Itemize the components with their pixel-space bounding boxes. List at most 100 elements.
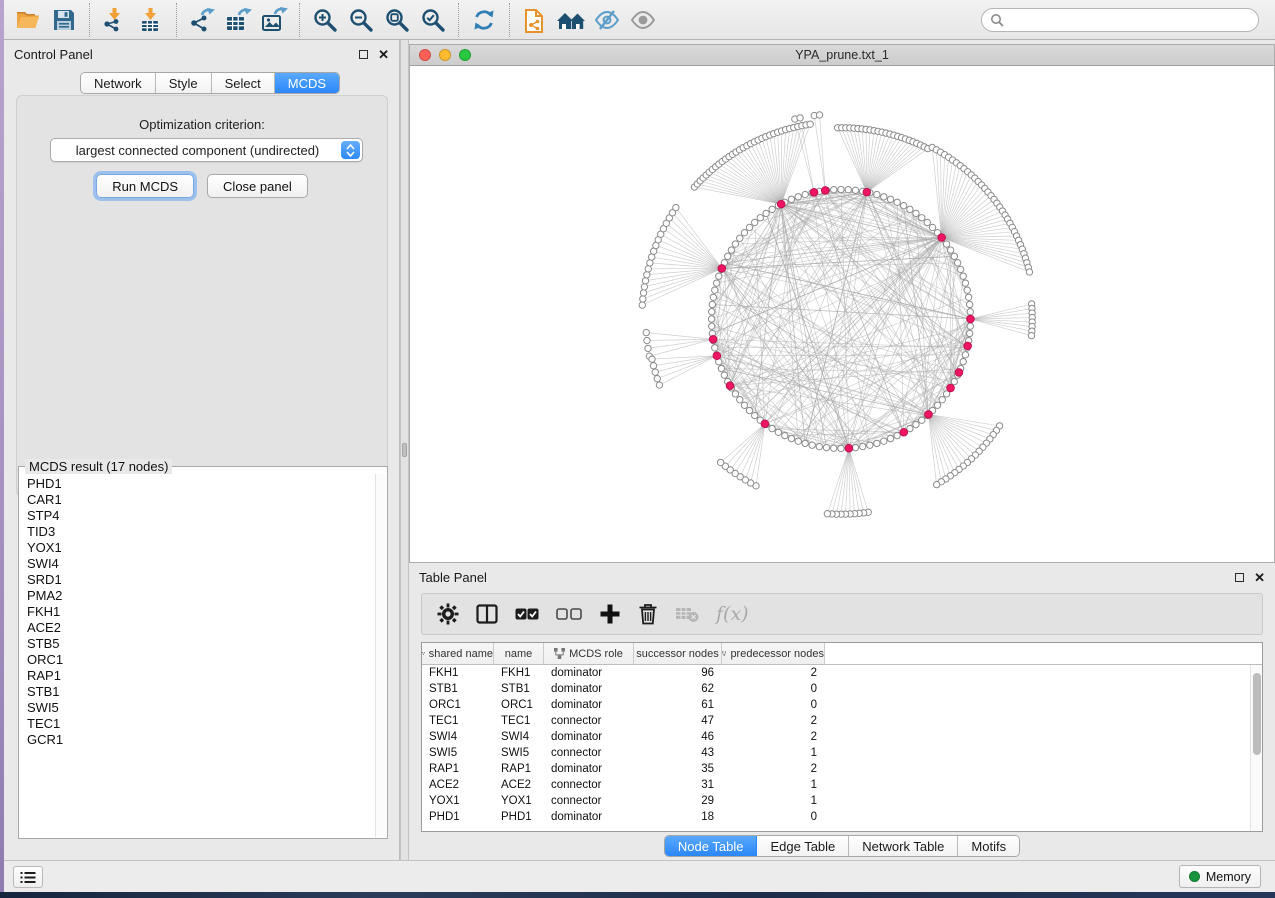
mcds-result-item[interactable]: SRD1 <box>27 572 375 588</box>
function-builder-icon[interactable]: f(x) <box>716 603 749 625</box>
add-column-icon[interactable] <box>599 603 621 625</box>
table-toolbar: f(x) <box>421 593 1263 635</box>
table-row[interactable]: YOX1YOX1connector291 <box>422 793 1262 809</box>
mcds-result-item[interactable]: RAP1 <box>27 668 375 684</box>
mcds-result-item[interactable]: TEC1 <box>27 716 375 732</box>
table-row[interactable]: STB1STB1dominator620 <box>422 681 1262 697</box>
table-row[interactable]: PHD1PHD1dominator180 <box>422 809 1262 825</box>
table-scrollbar[interactable] <box>1250 665 1262 831</box>
zoom-out-icon[interactable] <box>343 3 379 37</box>
column-header-predecessor-nodes[interactable]: predecessor nodes <box>722 643 825 664</box>
tab-motifs[interactable]: Motifs <box>958 836 1019 856</box>
delete-table-icon[interactable] <box>675 605 699 623</box>
mcds-result-item[interactable]: FKH1 <box>27 604 375 620</box>
refresh-layout-icon[interactable] <box>466 3 502 37</box>
cell-predecessor-nodes: 1 <box>722 777 825 793</box>
table-row[interactable]: SWI5SWI5connector431 <box>422 745 1262 761</box>
show-annotations-icon[interactable] <box>625 3 661 37</box>
memory-button[interactable]: Memory <box>1179 865 1261 888</box>
cell-name: PHD1 <box>494 809 544 825</box>
import-network-icon[interactable] <box>97 3 133 37</box>
cell-shared-name: SWI5 <box>422 745 494 761</box>
network-graph[interactable] <box>410 66 1274 561</box>
cell-name: SWI4 <box>494 729 544 745</box>
mcds-list-scrollbar[interactable] <box>375 474 386 837</box>
search-field[interactable] <box>981 8 1259 32</box>
export-table-icon[interactable] <box>220 3 256 37</box>
cell-MCDS-role: connector <box>544 793 634 809</box>
mcds-result-item[interactable]: GCR1 <box>27 732 375 748</box>
import-table-icon[interactable] <box>133 3 169 37</box>
column-header-name[interactable]: name <box>494 643 544 664</box>
export-network-icon[interactable] <box>184 3 220 37</box>
network-view-canvas[interactable] <box>409 66 1275 563</box>
mcds-result-item[interactable]: SWI5 <box>27 700 375 716</box>
cell-name: YOX1 <box>494 793 544 809</box>
tab-network-table[interactable]: Network Table <box>849 836 958 856</box>
mcds-result-item[interactable]: PHD1 <box>27 476 375 492</box>
cell-name: SWI5 <box>494 745 544 761</box>
mcds-result-item[interactable]: STB5 <box>27 636 375 652</box>
home-icon[interactable] <box>553 3 589 37</box>
settings-gear-icon[interactable] <box>437 603 459 625</box>
mcds-result-item[interactable]: STP4 <box>27 508 375 524</box>
mcds-result-item[interactable]: ACE2 <box>27 620 375 636</box>
cell-MCDS-role: dominator <box>544 761 634 777</box>
column-header-MCDS-role[interactable]: MCDS role <box>544 643 634 664</box>
deselect-all-icon[interactable] <box>556 608 582 620</box>
table-row[interactable]: ORC1ORC1dominator610 <box>422 697 1262 713</box>
toolbar-separator <box>89 3 90 37</box>
vertical-splitter[interactable] <box>400 40 409 860</box>
mcds-result-item[interactable]: YOX1 <box>27 540 375 556</box>
tab-node-table[interactable]: Node Table <box>665 836 758 856</box>
zoom-selected-icon[interactable] <box>415 3 451 37</box>
close-panel-icon[interactable]: ✕ <box>378 50 389 59</box>
share-document-icon[interactable] <box>517 3 553 37</box>
mcds-result-item[interactable]: PMA2 <box>27 588 375 604</box>
column-header-shared-name[interactable]: shared name <box>422 643 494 664</box>
tab-style[interactable]: Style <box>156 73 212 93</box>
table-row[interactable]: SWI4SWI4dominator462 <box>422 729 1262 745</box>
optimization-criterion-select[interactable]: largest connected component (undirected) <box>50 138 363 162</box>
task-history-button[interactable] <box>13 866 43 888</box>
float-panel-icon[interactable] <box>1235 573 1244 582</box>
tab-edge-table[interactable]: Edge Table <box>757 836 849 856</box>
column-browser-icon[interactable] <box>476 604 498 624</box>
tab-network[interactable]: Network <box>81 73 156 93</box>
mcds-result-item[interactable]: ORC1 <box>27 652 375 668</box>
close-panel-button[interactable]: Close panel <box>207 174 308 198</box>
run-mcds-button[interactable]: Run MCDS <box>96 174 194 198</box>
zoom-in-icon[interactable] <box>307 3 343 37</box>
table-row[interactable]: FKH1FKH1dominator962 <box>422 665 1262 681</box>
select-all-icon[interactable] <box>515 608 539 620</box>
network-window-titlebar[interactable]: YPA_prune.txt_1 <box>409 44 1275 66</box>
tab-mcds[interactable]: MCDS <box>275 73 339 93</box>
zoom-fit-icon[interactable] <box>379 3 415 37</box>
close-panel-icon[interactable]: ✕ <box>1254 573 1265 582</box>
list-icon <box>20 871 36 884</box>
table-row[interactable]: TEC1TEC1connector472 <box>422 713 1262 729</box>
save-session-icon[interactable] <box>46 3 82 37</box>
mcds-tab-content: Optimization criterion: largest connecte… <box>16 95 388 497</box>
table-row[interactable]: RAP1RAP1dominator352 <box>422 761 1262 777</box>
float-panel-icon[interactable] <box>359 50 368 59</box>
mcds-result-item[interactable]: CAR1 <box>27 492 375 508</box>
open-file-icon[interactable] <box>10 3 46 37</box>
mcds-result-item[interactable]: TID3 <box>27 524 375 540</box>
table-scrollbar-thumb[interactable] <box>1253 673 1261 755</box>
export-image-icon[interactable] <box>256 3 292 37</box>
splitter-handle[interactable] <box>402 443 407 457</box>
cell-name: TEC1 <box>494 713 544 729</box>
tab-select[interactable]: Select <box>212 73 275 93</box>
table-row[interactable]: ACE2ACE2connector311 <box>422 777 1262 793</box>
node-table[interactable]: shared namenameMCDS rolesuccessor nodesp… <box>421 642 1263 832</box>
mcds-result-item[interactable]: SWI4 <box>27 556 375 572</box>
cell-name: ACE2 <box>494 777 544 793</box>
delete-column-icon[interactable] <box>638 603 658 625</box>
mcds-result-list[interactable]: PHD1CAR1STP4TID3YOX1SWI4SRD1PMA2FKH1ACE2… <box>20 474 375 837</box>
search-input[interactable] <box>1009 13 1250 27</box>
mcds-result-title: MCDS result (17 nodes) <box>25 459 172 474</box>
column-header-successor-nodes[interactable]: successor nodes <box>634 643 722 664</box>
hide-annotations-icon[interactable] <box>589 3 625 37</box>
mcds-result-item[interactable]: STB1 <box>27 684 375 700</box>
